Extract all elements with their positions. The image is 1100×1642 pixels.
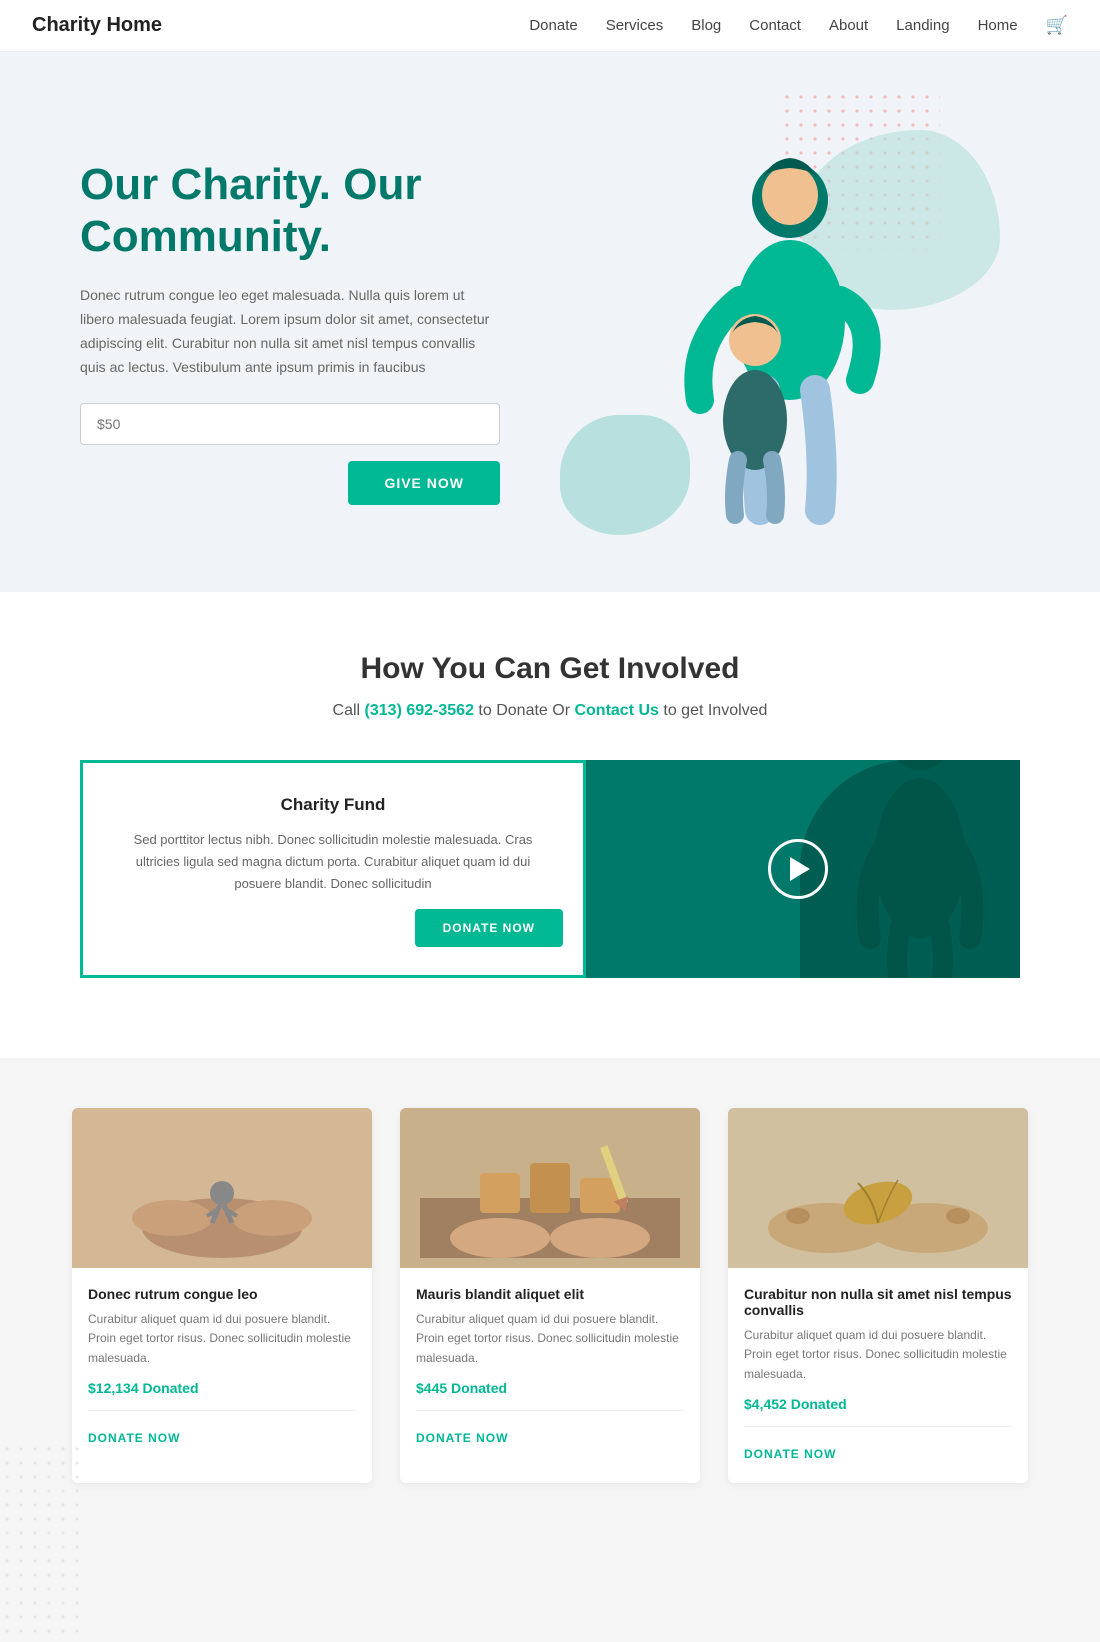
cause-card-2-title: Mauris blandit aliquet elit — [416, 1286, 684, 1302]
give-now-button[interactable]: GIVE NOW — [348, 461, 500, 505]
fund-card-title: Charity Fund — [111, 795, 555, 815]
cause-card-2-donate-button[interactable]: DONATE NOW — [416, 1423, 508, 1453]
donation-amount-input[interactable] — [80, 403, 500, 445]
nav-services[interactable]: Services — [606, 17, 664, 34]
cause-card-2-desc: Curabitur aliquet quam id dui posuere bl… — [416, 1310, 684, 1368]
cause-card-2: Mauris blandit aliquet elit Curabitur al… — [400, 1108, 700, 1483]
causes-section: Donec rutrum congue leo Curabitur alique… — [0, 1058, 1100, 1543]
nav-links: Donate Services Blog Contact About Landi… — [529, 15, 1068, 36]
cause-card-1-divider — [88, 1410, 356, 1411]
cause-image-1 — [72, 1108, 372, 1268]
cause-card-1-desc: Curabitur aliquet quam id dui posuere bl… — [88, 1310, 356, 1368]
charity-fund-card: Charity Fund Sed porttitor lectus nibh. … — [80, 760, 586, 978]
cause-card-1-donate-button[interactable]: DONATE NOW — [88, 1423, 180, 1453]
fund-video-row: Charity Fund Sed porttitor lectus nibh. … — [40, 760, 1060, 1018]
cause-card-2-body: Mauris blandit aliquet elit Curabitur al… — [400, 1268, 700, 1467]
cause-card-3-body: Curabitur non nulla sit amet nisl tempus… — [728, 1268, 1028, 1483]
hero-content: Our Charity. Our Community. Donec rutrum… — [80, 159, 500, 506]
causes-cards-row: Donec rutrum congue leo Curabitur alique… — [50, 1108, 1050, 1483]
nav-blog[interactable]: Blog — [691, 17, 721, 34]
nav-landing[interactable]: Landing — [896, 17, 949, 34]
contact-us-link[interactable]: Contact Us — [574, 702, 658, 719]
navbar: Charity Home Donate Services Blog Contac… — [0, 0, 1100, 52]
involvement-text-middle: to Donate Or — [478, 702, 574, 719]
involvement-section: How You Can Get Involved Call (313) 692-… — [0, 592, 1100, 1058]
video-card[interactable] — [576, 760, 1020, 978]
hero-illustration-area — [500, 120, 1020, 545]
hero-svg-illustration — [600, 120, 920, 545]
cause-card-3-divider — [744, 1426, 1012, 1427]
brand-logo[interactable]: Charity Home — [32, 14, 162, 37]
cause-card-1-amount: $12,134 Donated — [88, 1380, 356, 1396]
nav-contact[interactable]: Contact — [749, 17, 801, 34]
nav-home[interactable]: Home — [978, 17, 1018, 34]
cause-card-3: Curabitur non nulla sit amet nisl tempus… — [728, 1108, 1028, 1483]
cause-card-3-donate-button[interactable]: DONATE NOW — [744, 1439, 836, 1469]
cause-image-2 — [400, 1108, 700, 1268]
fund-donate-now-button[interactable]: DONATE NOW — [415, 909, 563, 947]
play-triangle-icon — [790, 857, 810, 881]
cause-card-1-body: Donec rutrum congue leo Curabitur alique… — [72, 1268, 372, 1467]
cause-card-3-title: Curabitur non nulla sit amet nisl tempus… — [744, 1286, 1012, 1318]
cart-icon[interactable]: 🛒 — [1046, 15, 1068, 35]
cause-card-3-amount: $4,452 Donated — [744, 1396, 1012, 1412]
video-play-button[interactable] — [768, 839, 828, 899]
involvement-subtitle: Call (313) 692-3562 to Donate Or Contact… — [40, 702, 1060, 720]
cause-card-1-title: Donec rutrum congue leo — [88, 1286, 356, 1302]
cause-card-1: Donec rutrum congue leo Curabitur alique… — [72, 1108, 372, 1483]
cause-card-3-desc: Curabitur aliquet quam id dui posuere bl… — [744, 1326, 1012, 1384]
hero-title: Our Charity. Our Community. — [80, 159, 500, 265]
hero-section: Our Charity. Our Community. Donec rutrum… — [0, 52, 1100, 592]
hero-description: Donec rutrum congue leo eget malesuada. … — [80, 284, 500, 379]
phone-number[interactable]: (313) 692-3562 — [365, 702, 474, 719]
cause-card-2-divider — [416, 1410, 684, 1411]
involvement-text-before: Call — [333, 702, 365, 719]
nav-donate[interactable]: Donate — [529, 17, 577, 34]
cause-image-3 — [728, 1108, 1028, 1268]
cause-card-2-amount: $445 Donated — [416, 1380, 684, 1396]
fund-card-description: Sed porttitor lectus nibh. Donec sollici… — [111, 829, 555, 895]
nav-about[interactable]: About — [829, 17, 868, 34]
involvement-title: How You Can Get Involved — [40, 652, 1060, 686]
involvement-text-end: to get Involved — [663, 702, 767, 719]
